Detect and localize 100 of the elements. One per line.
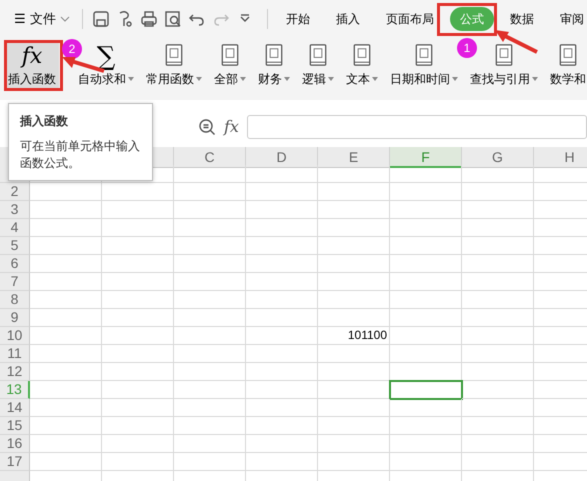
grid-cell[interactable] [390, 165, 462, 183]
grid-cell[interactable] [174, 255, 246, 273]
grid-cell[interactable] [30, 219, 102, 237]
grid-cell[interactable] [102, 453, 174, 471]
book-icon[interactable] [493, 43, 515, 68]
book-icon[interactable] [351, 43, 373, 68]
grid-cell[interactable] [462, 345, 534, 363]
grid-cell[interactable] [462, 435, 534, 453]
book-icon[interactable] [219, 43, 241, 68]
grid-cell[interactable] [390, 399, 462, 417]
grid-cell[interactable] [390, 453, 462, 471]
grid-cell[interactable] [246, 327, 318, 345]
column-header[interactable]: F [390, 147, 462, 168]
grid-cell[interactable] [174, 381, 246, 399]
grid-cell[interactable] [30, 417, 102, 435]
row-header[interactable]: 7 [0, 273, 30, 291]
grid-cell[interactable] [462, 381, 534, 399]
grid-cell[interactable] [246, 255, 318, 273]
grid-cell[interactable] [246, 381, 318, 399]
grid-cell[interactable] [462, 255, 534, 273]
row-header[interactable]: 2 [0, 183, 30, 201]
menu-tab[interactable]: 开始 [276, 7, 320, 31]
row-header[interactable]: 6 [0, 255, 30, 273]
grid-cell[interactable] [174, 237, 246, 255]
row-header[interactable]: 12 [0, 363, 30, 381]
column-header[interactable]: H [534, 147, 587, 168]
menu-tab[interactable]: 公式 [450, 7, 494, 31]
menu-tab[interactable]: 数据 [500, 7, 544, 31]
grid-cell[interactable] [318, 345, 390, 363]
grid-cell[interactable] [390, 183, 462, 201]
grid-cell[interactable] [318, 255, 390, 273]
row-header[interactable]: 17 [0, 453, 30, 471]
grid-cell[interactable] [318, 219, 390, 237]
grid-cell[interactable] [462, 453, 534, 471]
grid-cell[interactable] [390, 255, 462, 273]
grid-cell[interactable] [30, 327, 102, 345]
grid-cell[interactable] [318, 453, 390, 471]
grid-cell[interactable] [102, 255, 174, 273]
row-header[interactable]: 8 [0, 291, 30, 309]
grid-cell[interactable] [246, 309, 318, 327]
grid-cell[interactable] [102, 237, 174, 255]
grid-cell[interactable] [30, 435, 102, 453]
book-icon[interactable] [307, 43, 329, 68]
grid-cell[interactable] [318, 165, 390, 183]
grid-cell[interactable] [102, 183, 174, 201]
grid-cell[interactable] [30, 237, 102, 255]
file-menu[interactable]: ☰ 文件 [10, 9, 74, 29]
menu-tab[interactable]: 页面布局 [376, 7, 444, 31]
ribbon-button[interactable]: 常用函数 [143, 41, 205, 90]
grid-cell[interactable] [462, 273, 534, 291]
grid-cell[interactable] [102, 309, 174, 327]
grid-cell[interactable] [246, 399, 318, 417]
grid-cell[interactable] [390, 435, 462, 453]
row-header[interactable]: 3 [0, 201, 30, 219]
column-header[interactable]: D [246, 147, 318, 168]
grid-cell[interactable] [174, 435, 246, 453]
grid-cell[interactable] [30, 255, 102, 273]
book-icon[interactable] [263, 43, 285, 68]
grid-cell[interactable] [318, 273, 390, 291]
selected-cell[interactable] [390, 381, 462, 399]
grid-cell[interactable] [390, 417, 462, 435]
row-header[interactable]: 9 [0, 309, 30, 327]
grid-cell[interactable] [246, 453, 318, 471]
grid-cell[interactable] [318, 291, 390, 309]
grid-cell[interactable] [318, 363, 390, 381]
grid-cell[interactable] [174, 399, 246, 417]
grid-cell[interactable] [318, 417, 390, 435]
grid-cell[interactable] [102, 363, 174, 381]
grid-cell[interactable] [390, 345, 462, 363]
book-icon[interactable] [413, 43, 435, 68]
grid-cell[interactable] [30, 291, 102, 309]
ribbon-button[interactable]: 全部 [211, 41, 249, 90]
grid-cell[interactable] [102, 219, 174, 237]
grid-cell[interactable] [318, 237, 390, 255]
grid-cell[interactable] [390, 309, 462, 327]
grid-cell[interactable] [462, 291, 534, 309]
grid-cell[interactable] [174, 327, 246, 345]
grid-cell[interactable] [318, 201, 390, 219]
grid-cell[interactable] [462, 183, 534, 201]
save-icon[interactable] [91, 9, 111, 29]
grid-cell[interactable] [102, 291, 174, 309]
grid-cell[interactable] [102, 201, 174, 219]
grid-cell[interactable] [390, 327, 462, 345]
grid-cell[interactable] [30, 453, 102, 471]
grid-cell[interactable] [462, 201, 534, 219]
grid-cell[interactable] [390, 237, 462, 255]
chevron-icon[interactable] [60, 16, 70, 22]
grid-cell[interactable] [102, 435, 174, 453]
grid-cell[interactable] [246, 273, 318, 291]
grid-cell[interactable] [246, 363, 318, 381]
grid-cell[interactable] [246, 237, 318, 255]
grid-cell[interactable] [462, 309, 534, 327]
grid-cell[interactable] [174, 309, 246, 327]
grid-cell[interactable] [174, 165, 246, 183]
grid-cell[interactable] [318, 309, 390, 327]
grid-cell[interactable] [318, 399, 390, 417]
grid-cell[interactable] [246, 291, 318, 309]
book-icon[interactable] [163, 43, 185, 68]
grid-cell[interactable] [30, 183, 102, 201]
grid-cell[interactable] [246, 183, 318, 201]
